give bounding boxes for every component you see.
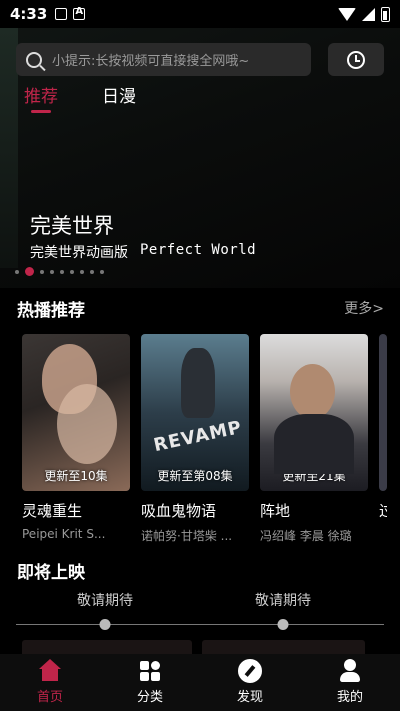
compass-icon bbox=[238, 659, 262, 683]
hot-list: 更新至10集 灵魂重生 Peipei Krit S... 更新至第08集 吸血鬼… bbox=[22, 334, 387, 544]
item-title: 灵魂重生 bbox=[22, 502, 83, 520]
battery-icon bbox=[381, 6, 390, 22]
upcoming-card-peek[interactable] bbox=[202, 640, 365, 654]
pager-dot[interactable] bbox=[60, 269, 64, 274]
nav-label: 我的 bbox=[336, 690, 363, 705]
banner-subtitle-cn: 完美世界动画版 bbox=[30, 245, 128, 261]
history-button[interactable] bbox=[328, 43, 384, 76]
app-notification-icon bbox=[73, 6, 86, 20]
banner-pager bbox=[15, 267, 104, 276]
search-placeholder: 小提示:长按视频可直接搜全网哦~ bbox=[52, 54, 250, 69]
tab-recommend[interactable]: 推荐 bbox=[24, 82, 58, 113]
nav-label: 发现 bbox=[236, 690, 263, 705]
upcoming-slot-label[interactable]: 敬请期待 bbox=[77, 590, 133, 610]
item-cast: 冯绍峰 李晨 徐璐 bbox=[260, 529, 352, 543]
clock-icon bbox=[347, 50, 365, 69]
list-item[interactable]: 更新至第08集 吸血鬼物语 诺帕努·甘塔柴 ... bbox=[141, 334, 249, 544]
home-icon bbox=[38, 659, 62, 683]
poster-image: 更新至10集 bbox=[22, 334, 130, 491]
nav-label: 分类 bbox=[136, 690, 163, 705]
list-item-partial[interactable]: 过 bbox=[379, 334, 387, 544]
list-item[interactable]: 更新至10集 灵魂重生 Peipei Krit S... bbox=[22, 334, 130, 544]
update-badge: 更新至21集 bbox=[282, 469, 346, 483]
item-title: 阵地 bbox=[260, 502, 291, 520]
pager-dot[interactable] bbox=[90, 269, 94, 274]
nav-profile[interactable]: 我的 bbox=[300, 654, 400, 711]
grid-icon bbox=[138, 659, 162, 683]
pager-dot[interactable] bbox=[80, 269, 84, 274]
status-time: 4:33 bbox=[10, 5, 48, 23]
status-bar: 4:33 bbox=[0, 0, 400, 28]
more-link[interactable]: 更多> bbox=[344, 298, 384, 318]
upcoming-slot-label[interactable]: 敬请期待 bbox=[255, 590, 311, 610]
upcoming-card-peek[interactable] bbox=[22, 640, 192, 654]
nav-discover[interactable]: 发现 bbox=[200, 654, 300, 711]
update-badge: 更新至第08集 bbox=[157, 469, 233, 483]
update-badge: 更新至10集 bbox=[44, 469, 108, 483]
timeline-line bbox=[16, 624, 384, 625]
pager-dot[interactable] bbox=[15, 269, 19, 274]
hot-section-title: 热播推荐 bbox=[17, 301, 85, 321]
pager-dot[interactable] bbox=[100, 269, 104, 274]
search-bar[interactable]: 小提示:长按视频可直接搜全网哦~ bbox=[16, 43, 311, 76]
nav-category[interactable]: 分类 bbox=[100, 654, 200, 711]
item-cast: 诺帕努·甘塔柴 ... bbox=[141, 529, 233, 543]
wifi-icon bbox=[338, 7, 356, 21]
banner-title[interactable]: 完美世界 bbox=[30, 210, 114, 240]
pager-dot[interactable] bbox=[25, 267, 34, 276]
timeline-node bbox=[99, 619, 111, 630]
signal-icon bbox=[362, 7, 375, 21]
pager-dot[interactable] bbox=[40, 269, 44, 274]
banner-subtitle-en: Perfect World bbox=[140, 242, 257, 258]
search-icon bbox=[26, 51, 42, 68]
item-title: 过 bbox=[379, 502, 387, 520]
tab-anime[interactable]: 日漫 bbox=[102, 82, 136, 107]
poster-image: 更新至第08集 bbox=[141, 334, 249, 491]
upcoming-section-title: 即将上映 bbox=[17, 563, 85, 583]
premiere-badge: 今日开播 bbox=[286, 453, 342, 469]
item-cast: Peipei Krit S... bbox=[22, 527, 106, 541]
nav-home[interactable]: 首页 bbox=[0, 654, 100, 711]
user-icon bbox=[338, 659, 362, 683]
timeline-node bbox=[277, 619, 289, 630]
poster-image: 今日开播 更新至21集 bbox=[260, 334, 368, 491]
list-item[interactable]: 今日开播 更新至21集 阵地 冯绍峰 李晨 徐璐 bbox=[260, 334, 368, 544]
nav-label: 首页 bbox=[36, 690, 63, 705]
gallery-notification-icon bbox=[55, 8, 68, 20]
item-title: 吸血鬼物语 bbox=[141, 502, 217, 520]
bottom-nav: 首页 分类 发现 我的 bbox=[0, 654, 400, 711]
poster-image bbox=[379, 334, 387, 491]
pager-dot[interactable] bbox=[50, 269, 54, 274]
banner-subtitle: 完美世界动画版 Perfect World bbox=[30, 242, 256, 262]
category-tabs: 推荐 日漫 bbox=[24, 82, 136, 113]
pager-dot[interactable] bbox=[70, 269, 74, 274]
